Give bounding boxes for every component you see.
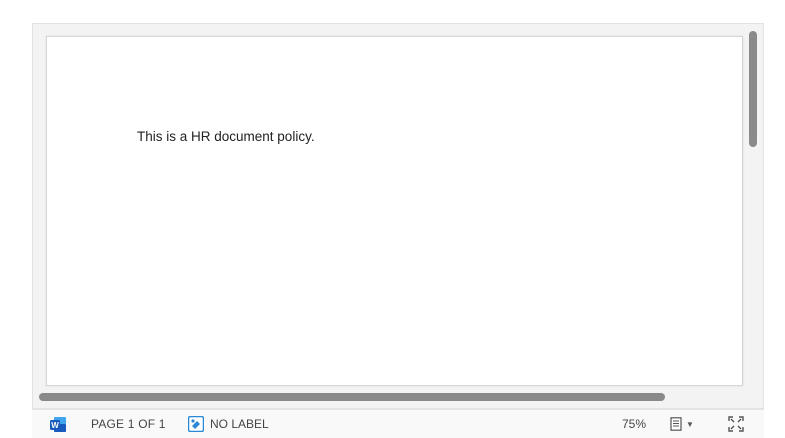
chevron-down-icon: ▼ — [686, 420, 694, 429]
sensitivity-label-icon — [188, 416, 204, 432]
page-layout-button[interactable]: ▼ — [670, 410, 694, 438]
zoom-level[interactable]: 75% — [622, 410, 646, 438]
sensitivity-label-button[interactable]: NO LABEL — [188, 410, 269, 438]
svg-text:W: W — [51, 421, 59, 430]
page-layout-icon — [670, 417, 682, 431]
horizontal-scrollbar-thumb[interactable] — [39, 393, 665, 401]
document-body-text[interactable]: This is a HR document policy. — [137, 129, 315, 144]
sensitivity-label-text: NO LABEL — [210, 417, 269, 431]
status-bar: W PAGE 1 OF 1 NO LABEL 75% ▼ — [32, 409, 764, 438]
word-app-icon: W — [50, 410, 67, 438]
fit-to-screen-button[interactable] — [728, 410, 744, 438]
fit-to-screen-icon — [728, 416, 744, 432]
vertical-scrollbar-thumb[interactable] — [749, 31, 757, 147]
page-count-indicator[interactable]: PAGE 1 OF 1 — [91, 410, 166, 438]
document-page[interactable]: This is a HR document policy. — [46, 36, 743, 386]
document-viewer[interactable]: This is a HR document policy. — [32, 23, 764, 409]
